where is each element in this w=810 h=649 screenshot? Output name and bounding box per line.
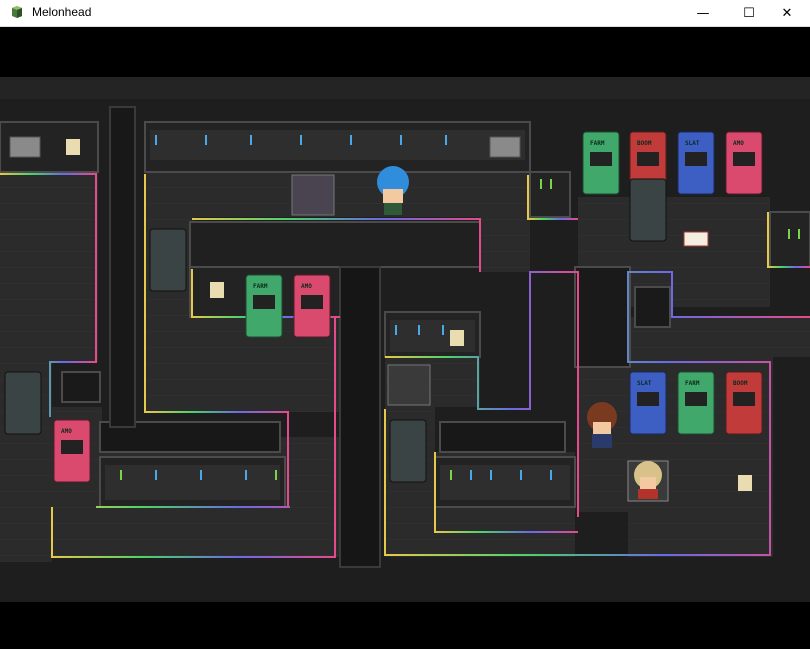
arcade-label-farm: FARM xyxy=(590,140,605,147)
arcade-label-ammo: AMO xyxy=(733,140,744,147)
arcade-label-slat-2: SLAT xyxy=(637,380,652,387)
arcade-label-boom-2: BOOM xyxy=(733,380,748,387)
game-window: Melonhead — ☐ ✕ FARM BOOM SLAT AMO FARM … xyxy=(0,0,810,649)
window-title: Melonhead xyxy=(32,5,92,19)
close-button[interactable]: ✕ xyxy=(764,0,810,26)
arcade-label-boom: BOOM xyxy=(637,140,652,147)
note-icon xyxy=(66,139,80,155)
arcade-label-slat: SLAT xyxy=(685,140,700,147)
arcade-label-farm-2: FARM xyxy=(253,283,268,290)
note-icon xyxy=(210,282,224,298)
close-icon: ✕ xyxy=(781,5,793,21)
npc-portrait xyxy=(627,460,669,502)
book-icon xyxy=(683,231,709,247)
game-map: FARM BOOM SLAT AMO FARM AMO SLAT FARM BO… xyxy=(0,77,810,602)
melonhead-app-icon xyxy=(12,6,22,18)
minimize-button[interactable]: — xyxy=(680,0,726,26)
arcade-label-ammo-2: AMO xyxy=(301,283,312,290)
note-icon xyxy=(450,330,464,346)
game-viewport[interactable]: FARM BOOM SLAT AMO FARM AMO SLAT FARM BO… xyxy=(0,27,810,649)
minimize-icon: — xyxy=(696,5,710,21)
maximize-icon: ☐ xyxy=(743,5,755,21)
arcade-label-ammo-3: AMO xyxy=(61,428,72,435)
title-bar: Melonhead — ☐ ✕ xyxy=(0,0,810,27)
arcade-label-farm-3: FARM xyxy=(685,380,700,387)
note-icon xyxy=(738,475,752,491)
